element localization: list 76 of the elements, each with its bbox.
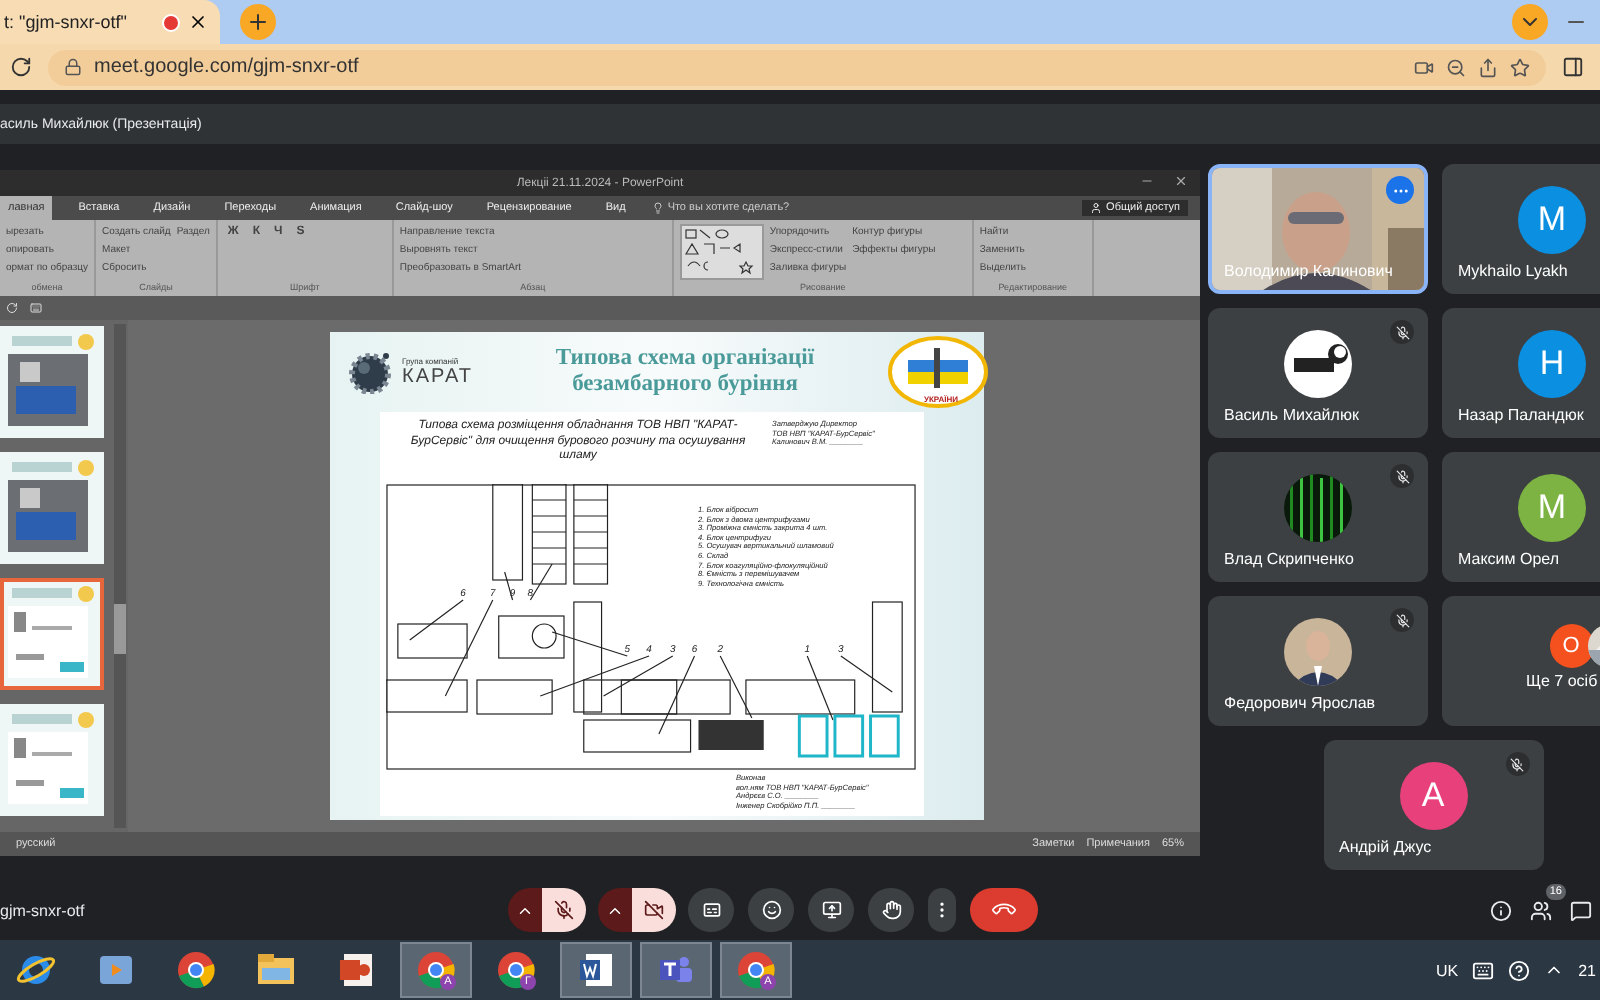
emblem-icon (888, 336, 988, 408)
keyboard-language[interactable]: UK (1435, 961, 1459, 979)
people-icon[interactable] (1530, 899, 1552, 921)
media-player-icon (98, 952, 134, 988)
present-screen-icon (821, 900, 841, 920)
document-app-icon (578, 952, 614, 988)
hand-icon (881, 900, 901, 920)
teams-icon (658, 952, 694, 988)
participant-name: Влад Скрипченко (1224, 550, 1354, 568)
tab-search-button[interactable] (1512, 4, 1548, 40)
microphone-button[interactable] (542, 888, 586, 932)
participant-name: Андрій Джус (1339, 838, 1432, 856)
captions-button[interactable] (688, 888, 734, 932)
user-icon (1090, 202, 1103, 214)
raise-hand-button[interactable] (868, 888, 914, 932)
camera-off-icon (644, 900, 664, 920)
participant-name: Mykhailo Lyakh (1458, 262, 1568, 280)
close-icon[interactable] (1174, 174, 1188, 188)
scrollbar[interactable] (114, 324, 126, 828)
avatar: M (1518, 185, 1586, 253)
participant-name: Максим Орел (1458, 550, 1560, 568)
url-text: meet.google.com/gjm-snxr-otf (94, 56, 361, 78)
smile-icon (761, 900, 781, 920)
slide-thumbnail[interactable] (0, 578, 104, 690)
minimize-icon[interactable] (1140, 174, 1154, 188)
slide-thumbnail[interactable] (0, 704, 104, 816)
lock-icon (64, 58, 82, 76)
microphone-off-icon (554, 900, 574, 920)
avatar-logo (1284, 329, 1352, 397)
slide-title: Типова схема організації безамбарного буріння (553, 346, 817, 398)
present-button[interactable] (808, 888, 854, 932)
side-panel-icon[interactable] (1562, 56, 1584, 78)
redo-icon[interactable] (6, 302, 18, 314)
participant-name: Василь Михайлюк (1224, 406, 1359, 424)
presentation-app-icon (338, 952, 374, 988)
folder-icon (256, 952, 296, 988)
new-tab-button[interactable] (240, 4, 276, 40)
bookmark-icon[interactable] (1510, 57, 1530, 77)
keyboard-icon[interactable] (1472, 959, 1495, 981)
camera-button[interactable] (632, 888, 676, 932)
meeting-code: gjm-snxr-otf (0, 901, 87, 919)
zoom-icon[interactable] (1446, 57, 1466, 77)
lightbulb-icon (651, 202, 664, 214)
reload-icon[interactable] (10, 56, 32, 78)
avatar: A (1399, 761, 1467, 829)
taskbar-app[interactable] (560, 942, 632, 998)
tab-title: t: "gjm-snxr-otf" (4, 12, 129, 32)
shapes-gallery[interactable] (679, 224, 764, 280)
camera-icon[interactable] (1414, 57, 1434, 77)
browser-tab[interactable]: t: "gjm-snxr-otf" (0, 0, 220, 44)
info-icon[interactable] (1490, 899, 1512, 921)
share-icon[interactable] (1478, 57, 1498, 77)
chrome-icon (176, 950, 216, 990)
recording-indicator-icon (162, 13, 180, 31)
participant-name: Володимир Калинович (1224, 262, 1393, 280)
close-icon[interactable] (188, 12, 208, 32)
slide-thumbnail[interactable] (0, 452, 104, 564)
avatar: H (1518, 329, 1586, 397)
avatar: O (1549, 623, 1593, 667)
hang-up-button[interactable] (970, 888, 1038, 932)
plus-icon (246, 10, 270, 34)
participant-name: Назар Паландюк (1458, 406, 1584, 424)
participant-name: Ще 7 осіб (1526, 672, 1598, 690)
more-options-button[interactable] (928, 888, 956, 932)
address-bar[interactable]: meet.google.com/gjm-snxr-otf (48, 49, 1546, 85)
chat-icon[interactable] (1570, 899, 1592, 921)
participant-name: Федорович Ярослав (1224, 694, 1376, 712)
emoji-button[interactable] (748, 888, 794, 932)
browser-icon (16, 950, 56, 990)
help-icon[interactable] (1508, 959, 1531, 981)
avatar: M (1518, 473, 1586, 541)
slide-thumbnail[interactable] (0, 326, 104, 438)
brand-name: КАРАТ (402, 366, 475, 388)
clock: 21 (1578, 961, 1596, 979)
captions-icon (701, 900, 721, 920)
gear-logo-icon (346, 350, 394, 394)
